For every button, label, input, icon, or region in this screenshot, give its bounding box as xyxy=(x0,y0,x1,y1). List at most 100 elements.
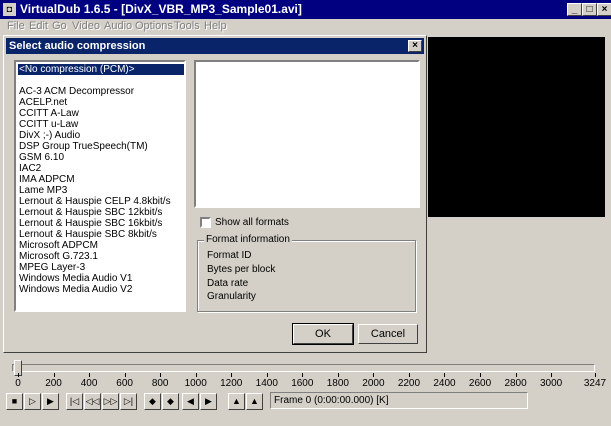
codec-list[interactable]: <No compression (PCM)> AC-3 ACM Decompre… xyxy=(14,60,186,312)
timeline-tick xyxy=(18,373,19,377)
list-item[interactable]: Lernout & Hauspie SBC 16kbit/s xyxy=(18,218,184,229)
bytes-per-block-label: Bytes per block xyxy=(207,264,276,275)
timeline-tick xyxy=(444,373,446,377)
format-id-label: Format ID xyxy=(207,250,252,261)
timeline-tick xyxy=(302,373,304,377)
list-item[interactable]: Windows Media Audio V2 xyxy=(18,284,184,295)
list-item[interactable]: Microsoft ADPCM xyxy=(18,240,184,251)
close-button[interactable]: × xyxy=(597,3,611,16)
timeline-tick-label: 2000 xyxy=(362,378,385,389)
timeline-tick-label: 1200 xyxy=(220,378,243,389)
timeline-tick xyxy=(231,373,233,377)
mark-in-icon[interactable]: ▲ xyxy=(228,393,245,410)
virtualdub-icon[interactable]: ◘ xyxy=(3,3,16,16)
timeline-tick-label: 3247 xyxy=(583,378,607,389)
menu-bar: File Edit Go Video Audio Options Tools H… xyxy=(0,19,611,34)
data-rate-label: Data rate xyxy=(207,278,249,289)
timeline-tick-label: 800 xyxy=(151,378,169,389)
timeline-tick-label: 1600 xyxy=(291,378,314,389)
scene-forward-icon[interactable]: ▶ xyxy=(200,393,217,410)
menu-audio[interactable]: Audio xyxy=(104,20,132,33)
timeline-tick xyxy=(89,373,91,377)
timeline-tick xyxy=(408,373,410,377)
timeline-tick-label: 2200 xyxy=(397,378,421,389)
maximize-button[interactable]: □ xyxy=(582,3,597,16)
window-title: VirtualDub 1.6.5 - [DivX_VBR_MP3_Sample0… xyxy=(20,2,302,16)
output-video-pane xyxy=(428,37,605,217)
ok-button[interactable]: OK xyxy=(292,323,354,345)
list-item[interactable]: Lernout & Hauspie SBC 12kbit/s xyxy=(18,207,184,218)
next-icon[interactable]: ▷▷ xyxy=(102,393,119,410)
list-item[interactable]: DivX ;-) Audio xyxy=(18,130,184,141)
granularity-label: Granularity xyxy=(207,291,256,302)
menu-edit[interactable]: Edit xyxy=(29,20,48,33)
format-information-legend: Format information xyxy=(204,234,292,246)
play-input-icon[interactable]: ▷ xyxy=(24,393,41,410)
list-item[interactable]: IMA ADPCM xyxy=(18,174,184,185)
scene-back-icon[interactable]: ◀ xyxy=(182,393,199,410)
list-item[interactable]: Windows Media Audio V1 xyxy=(18,273,184,284)
list-item[interactable]: GSM 6.10 xyxy=(18,152,184,163)
timeline-tick-label: 1800 xyxy=(326,378,349,389)
list-item[interactable]: CCITT A-Law xyxy=(18,108,184,119)
format-list[interactable] xyxy=(194,60,420,208)
next-keyframe-icon[interactable]: ◆ xyxy=(162,393,179,410)
menu-file[interactable]: File xyxy=(7,20,25,33)
dialog-title-bar[interactable]: Select audio compression × xyxy=(6,38,424,54)
list-item[interactable]: <No compression (PCM)> xyxy=(18,64,184,75)
minimize-button[interactable]: _ xyxy=(567,3,582,16)
list-item[interactable]: Lernout & Hauspie SBC 8kbit/s xyxy=(18,229,184,240)
dialog-title: Select audio compression xyxy=(9,40,146,52)
timeline-tick-label: 2600 xyxy=(468,378,492,389)
cancel-button[interactable]: Cancel xyxy=(358,324,418,344)
frame-info: Frame 0 (0:00:00.000) [K] xyxy=(270,392,528,409)
stop-icon[interactable]: ■ xyxy=(6,393,23,410)
timeline-tick-label: 0 xyxy=(15,378,21,389)
menu-options[interactable]: Options xyxy=(135,20,173,33)
timeline-tick-label: 400 xyxy=(80,378,98,389)
list-item[interactable]: CCITT u-Law xyxy=(18,119,184,130)
timeline-track[interactable] xyxy=(12,364,595,372)
timeline-tick-label: 3000 xyxy=(539,378,563,389)
timeline-tick-label: 2800 xyxy=(504,378,527,389)
menu-tools[interactable]: Tools xyxy=(174,20,200,33)
list-item[interactable]: Lernout & Hauspie CELP 4.8kbit/s xyxy=(18,196,184,207)
timeline-tick-label: 600 xyxy=(116,378,133,389)
show-all-formats-label[interactable]: Show all formats xyxy=(215,217,289,229)
list-item[interactable]: AC-3 ACM Decompressor xyxy=(18,86,184,97)
list-item[interactable]: DSP Group TrueSpeech(TM) xyxy=(18,141,184,152)
timeline-tick xyxy=(337,373,339,377)
list-item[interactable]: IAC2 xyxy=(18,163,184,174)
list-item[interactable]: Microsoft G.723.1 xyxy=(18,251,184,262)
end-icon[interactable]: ▷| xyxy=(120,393,137,410)
menu-video[interactable]: Video xyxy=(72,20,100,33)
select-audio-compression-dialog: Select audio compression × <No compressi… xyxy=(3,35,427,353)
mark-out-icon[interactable]: ▲ xyxy=(246,393,263,410)
timeline-tick-label: 1400 xyxy=(255,378,278,389)
timeline-tick xyxy=(195,373,197,377)
timeline-tick-label: 200 xyxy=(45,378,62,389)
prev-keyframe-icon[interactable]: ◆ xyxy=(144,393,161,410)
timeline-tick xyxy=(124,373,126,377)
timeline-tick-label: 2400 xyxy=(433,378,456,389)
timeline-tick xyxy=(595,373,596,377)
prev-icon[interactable]: ◁◁ xyxy=(84,393,101,410)
show-all-formats-checkbox[interactable] xyxy=(200,217,211,228)
timeline-tick xyxy=(266,373,268,377)
menu-go[interactable]: Go xyxy=(52,20,67,33)
list-item[interactable]: ACELP.net xyxy=(18,97,184,108)
play-output-icon[interactable]: ▶ xyxy=(42,393,59,410)
timeline-tick-label: 1000 xyxy=(184,378,207,389)
timeline-tick xyxy=(160,373,162,377)
list-item[interactable]: Lame MP3 xyxy=(18,185,184,196)
list-item[interactable]: MPEG Layer-3 xyxy=(18,262,184,273)
timeline-tick xyxy=(551,373,553,377)
timeline-tick xyxy=(373,373,375,377)
dialog-close-button[interactable]: × xyxy=(408,40,422,52)
menu-help[interactable]: Help xyxy=(204,20,227,33)
timeline-tick xyxy=(480,373,482,377)
timeline-tick xyxy=(53,373,55,377)
title-bar: ◘ VirtualDub 1.6.5 - [DivX_VBR_MP3_Sampl… xyxy=(0,0,611,19)
timeline-tick xyxy=(515,373,517,377)
start-icon[interactable]: |◁ xyxy=(66,393,83,410)
